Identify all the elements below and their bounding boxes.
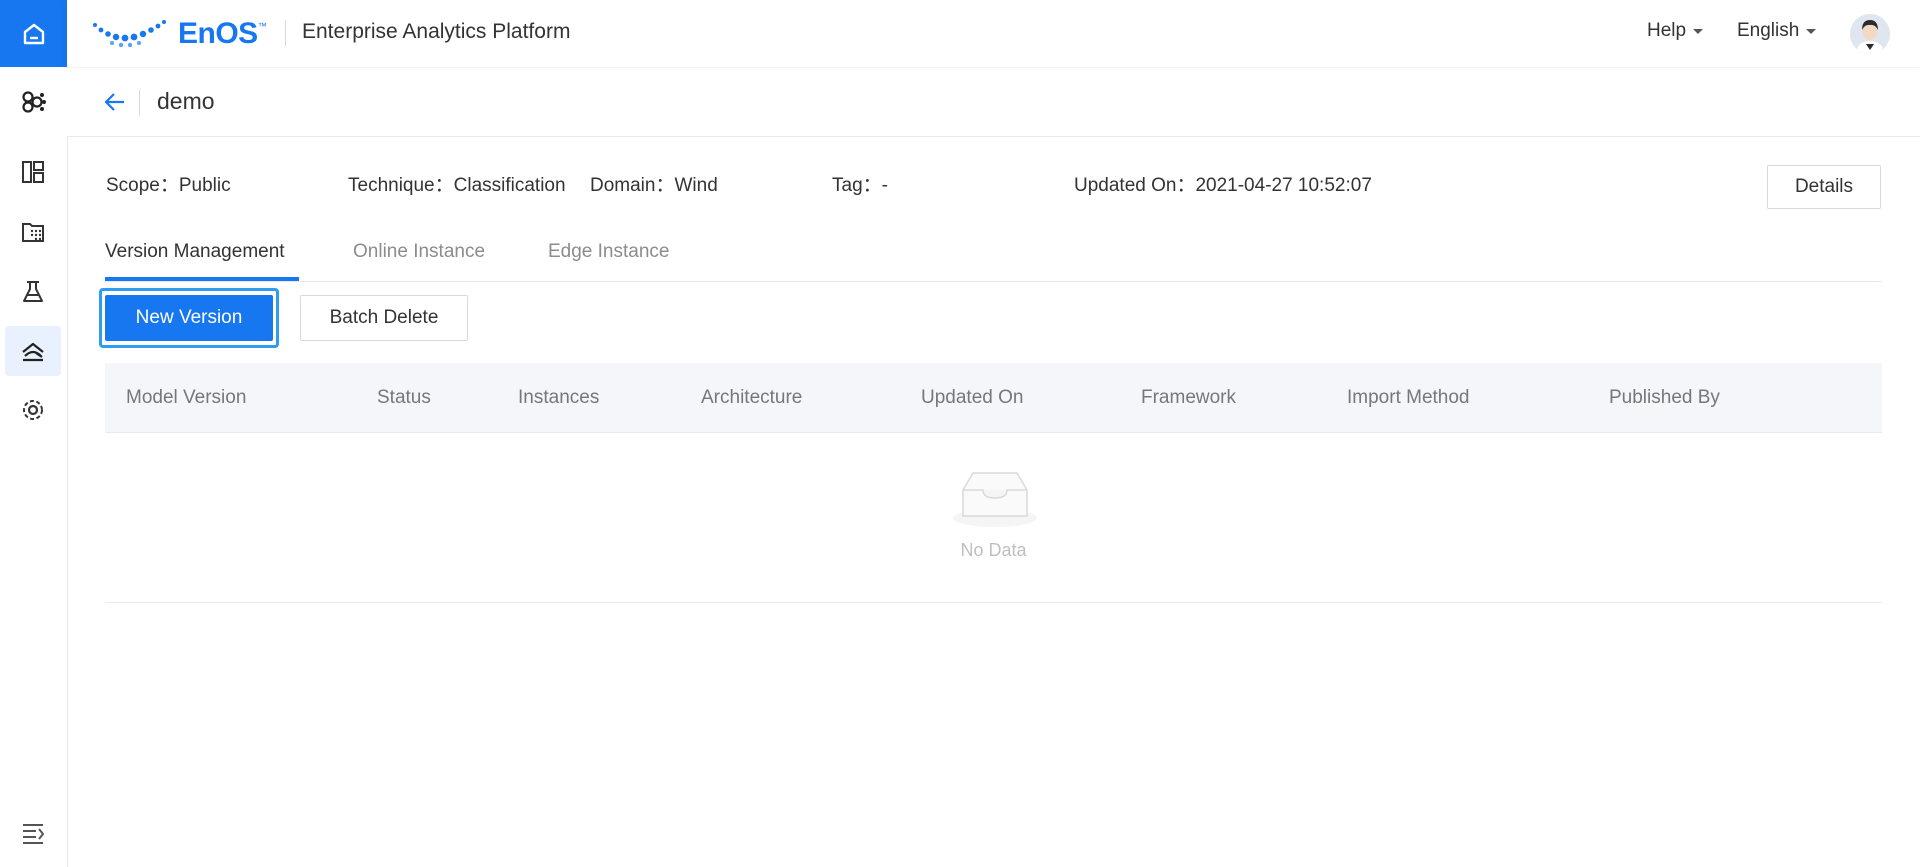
tab-active-indicator: [105, 277, 299, 281]
user-avatar[interactable]: [1850, 14, 1890, 54]
sidebar: [0, 0, 68, 867]
dashboard-icon: [22, 161, 44, 183]
avatar-person-icon: [1850, 14, 1890, 54]
page-title: demo: [157, 88, 215, 114]
header-divider: [285, 20, 286, 46]
batch-delete-button[interactable]: Batch Delete: [300, 295, 468, 341]
table-header: Model Version Status Instances Architect…: [105, 363, 1882, 433]
meta-technique: Technique：Classification: [348, 175, 566, 196]
new-version-button[interactable]: New Version: [105, 295, 273, 341]
flask-icon: [23, 281, 43, 302]
logo-dots-icon: [93, 20, 166, 48]
tab-bar: Version Management Online Instance Edge …: [105, 236, 1882, 282]
column-header-instances[interactable]: Instances: [518, 387, 599, 409]
sidebar-item-dashboard[interactable]: [5, 147, 61, 197]
help-menu[interactable]: Help: [1647, 20, 1704, 42]
column-header-status[interactable]: Status: [377, 387, 431, 409]
sidebar-item-model-management[interactable]: [5, 326, 61, 376]
caret-down-icon: [1693, 28, 1704, 34]
details-button[interactable]: Details: [1767, 165, 1881, 209]
meta-updated-on: Updated On：2021-04-27 10:52:07: [1074, 175, 1372, 196]
column-header-import-method[interactable]: Import Method: [1347, 387, 1470, 409]
folder-grid-icon: [22, 223, 44, 242]
column-header-architecture[interactable]: Architecture: [701, 387, 802, 409]
network-icon: [22, 91, 46, 113]
top-header: EnOS ™ Enterprise Analytics Platform Help…: [67, 0, 1920, 67]
gear-icon: [23, 400, 43, 420]
column-header-framework[interactable]: Framework: [1141, 387, 1236, 409]
language-select-label: English: [1737, 20, 1800, 41]
help-menu-label: Help: [1647, 20, 1687, 41]
logo-trademark: ™: [257, 21, 267, 31]
sidebar-item-data-catalog[interactable]: [5, 207, 61, 257]
logo-text: EnOS: [178, 17, 258, 50]
enos-logo[interactable]: EnOS ™: [92, 16, 267, 52]
tab-online-instance[interactable]: Online Instance: [353, 241, 485, 263]
meta-scope: Scope：Public: [106, 175, 231, 196]
model-icon: [22, 342, 44, 362]
caret-down-icon: [1806, 28, 1817, 34]
table-body: No Data: [105, 432, 1882, 603]
platform-title: Enterprise Analytics Platform: [302, 20, 571, 43]
page-titlebar: demo: [67, 68, 1920, 137]
empty-inbox-icon: [953, 472, 1037, 527]
home-icon: [23, 23, 44, 44]
meta-tag: Tag：-: [832, 175, 888, 196]
empty-state-text: No Data: [960, 540, 1027, 560]
sidebar-item-lab[interactable]: [5, 267, 61, 317]
tab-edge-instance[interactable]: Edge Instance: [548, 241, 669, 263]
language-select[interactable]: English: [1737, 20, 1817, 42]
sidebar-item-settings[interactable]: [5, 385, 61, 435]
meta-domain: Domain：Wind: [590, 175, 718, 196]
back-arrow-icon[interactable]: [103, 90, 127, 114]
tab-version-management[interactable]: Version Management: [105, 241, 285, 263]
column-header-published-by[interactable]: Published By: [1609, 387, 1720, 409]
sidebar-item-network[interactable]: [5, 77, 61, 127]
home-button[interactable]: [0, 0, 67, 67]
title-divider: [139, 90, 140, 116]
column-header-updated-on[interactable]: Updated On: [921, 387, 1023, 409]
collapse-menu-icon[interactable]: [20, 820, 46, 846]
column-header-model-version[interactable]: Model Version: [126, 387, 246, 409]
